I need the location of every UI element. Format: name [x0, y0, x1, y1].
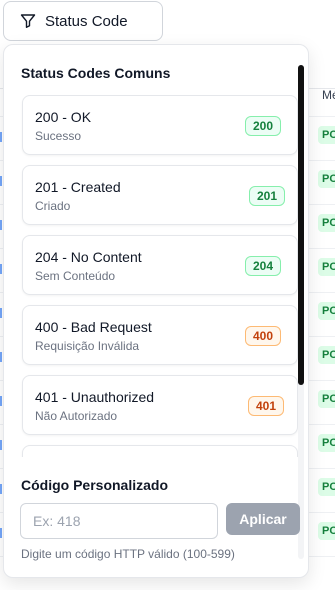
filter-icon: [20, 14, 36, 28]
method-badge: POST: [318, 170, 335, 188]
status-option-200[interactable]: 200 - OK Sucesso 200: [22, 95, 298, 155]
row-edge-marker: [0, 396, 2, 406]
custom-code-title: Código Personalizado: [21, 477, 169, 493]
row-edge-marker: [0, 132, 2, 142]
status-option-subtitle: Não Autorizado: [35, 409, 118, 423]
status-option-400[interactable]: 400 - Bad Request Requisição Inválida 40…: [22, 305, 298, 365]
apply-button[interactable]: Aplicar: [226, 503, 300, 535]
row-edge-marker: [0, 176, 2, 186]
status-option-title: 401 - Unauthorized: [35, 389, 155, 405]
custom-code-hint: Digite um código HTTP válido (100-599): [21, 547, 235, 561]
status-code-badge: 200: [245, 116, 282, 136]
status-option-204[interactable]: 204 - No Content Sem Conteúdo 204: [22, 235, 298, 295]
row-edge-marker: [0, 264, 2, 274]
status-option-subtitle: Requisição Inválida: [35, 339, 140, 353]
method-badge: POST: [318, 258, 335, 276]
method-badge: POST: [318, 390, 335, 408]
status-code-badge: 401: [248, 396, 285, 416]
status-option-401[interactable]: 401 - Unauthorized Não Autorizado 401: [22, 375, 298, 435]
method-badge: POST: [318, 346, 335, 364]
row-edge-marker: [0, 440, 2, 450]
method-badge: POST: [318, 214, 335, 232]
status-code-popover: Status Codes Comuns 200 - OK Sucesso 200…: [3, 44, 309, 578]
status-code-badge: 400: [245, 326, 282, 346]
method-badge: POST: [318, 478, 335, 496]
status-option-title: 204 - No Content: [35, 249, 142, 265]
status-code-badge: 204: [245, 256, 282, 276]
scrollbar-thumb[interactable]: [298, 65, 304, 385]
method-badge: POST: [318, 126, 335, 144]
common-status-title: Status Codes Comuns: [21, 65, 171, 81]
method-badge: POST: [318, 522, 335, 540]
row-edge-marker: [0, 528, 2, 538]
status-option-subtitle: Sucesso: [35, 129, 82, 143]
status-option-subtitle: Criado: [35, 199, 71, 213]
method-badge: POST: [318, 302, 335, 320]
status-option-title: 200 - OK: [35, 109, 92, 125]
status-option-201[interactable]: 201 - Created Criado 201: [22, 165, 298, 225]
row-edge-marker: [0, 352, 2, 362]
status-option-title: 201 - Created: [35, 179, 121, 195]
method-badge: POST: [318, 434, 335, 452]
row-edge-marker: [0, 484, 2, 494]
status-code-list: 200 - OK Sucesso 200 201 - Created Criad…: [20, 95, 300, 457]
status-option-title: 400 - Bad Request: [35, 319, 152, 335]
status-option-partial[interactable]: [22, 445, 298, 457]
status-code-filter-button[interactable]: Status Code: [3, 1, 163, 41]
table-header-method: Mét: [322, 88, 335, 102]
custom-code-input[interactable]: [20, 503, 218, 539]
filter-button-label: Status Code: [45, 12, 128, 30]
status-code-badge: 201: [249, 186, 286, 206]
status-option-subtitle: Sem Conteúdo: [35, 269, 116, 283]
row-edge-marker: [0, 308, 2, 318]
row-edge-marker: [0, 220, 2, 230]
